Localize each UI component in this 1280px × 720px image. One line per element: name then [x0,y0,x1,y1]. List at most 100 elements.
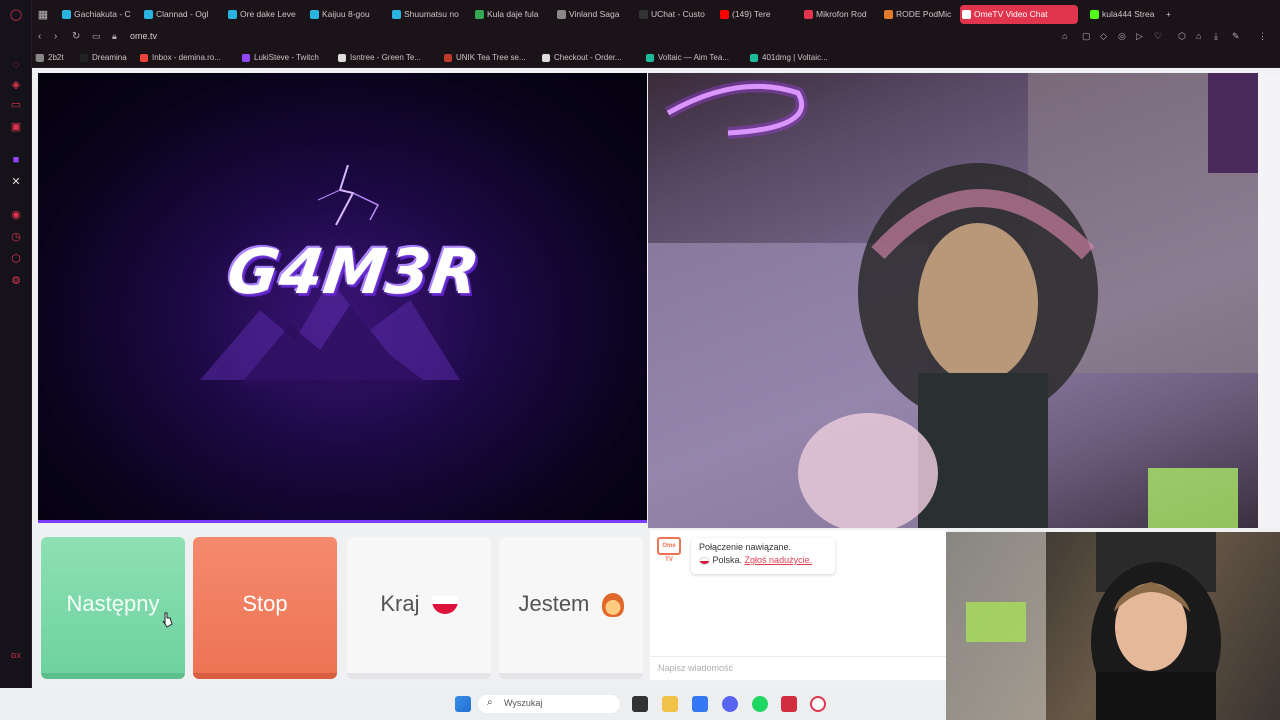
back-icon[interactable]: ‹ [38,31,41,42]
opera-gx-icon[interactable] [810,696,826,712]
camera-icon[interactable]: ◎ [1118,31,1126,42]
workspaces-icon[interactable]: ▦ [36,8,50,22]
twitch-icon[interactable]: ■ [9,153,23,167]
tab-label: UChat - Custo [651,9,705,19]
bookmark-item[interactable]: Inbox - demina.ro... [140,53,221,62]
tab-label: (149) Tere [732,9,771,19]
windows-start-icon[interactable] [455,696,471,712]
search-placeholder: Wyszukaj [504,698,543,708]
bookmark-item[interactable]: UNIK Tea Tree se... [444,53,526,62]
bookmark-item[interactable]: Checkout - Order... [542,53,622,62]
country-button[interactable]: Kraj [347,537,491,679]
bookmark-item[interactable]: LukiSteve - Twitch [242,53,319,62]
history-icon[interactable]: ◷ [9,230,23,244]
tab-label: Kula daje fula [487,9,539,19]
mail-icon[interactable]: ▣ [9,120,23,134]
tab-6[interactable]: Vinland Saga [555,5,631,24]
bookmark-item[interactable]: Dreamina [80,53,127,62]
stop-button[interactable]: Stop [193,537,337,679]
url-field[interactable]: ome.tv [130,31,157,41]
tab-11[interactable]: OmeTV Video Chat [960,5,1078,24]
shield-icon[interactable]: ◇ [1100,31,1107,42]
messenger-icon[interactable]: ◌ [9,58,23,72]
play-icon[interactable]: ▷ [1136,31,1143,42]
heart-icon[interactable]: ♡ [1154,31,1162,42]
tab-label: RODE PodMic [896,9,952,19]
tab-favicon-icon [884,10,893,19]
bookmark-label: Voltaic — Aim Tea... [658,53,729,62]
file-explorer-icon[interactable] [662,696,678,712]
screenshot-icon[interactable]: ▢ [1082,31,1091,42]
tab-9[interactable]: Mikrofon Rod [802,5,876,24]
next-button[interactable]: Następny [41,537,185,679]
bookmark-item[interactable]: Voltaic — Aim Tea... [646,53,729,62]
task-view-icon[interactable] [632,696,648,712]
discord-icon[interactable] [722,696,738,712]
bookmark-favicon-icon [542,54,550,62]
extensions-icon[interactable]: ⬡ [9,252,23,266]
tab-7[interactable]: UChat - Custo [637,5,713,24]
chat-icon[interactable]: ▭ [9,98,23,112]
tab-label: Shuumatsu no [404,9,459,19]
opera-logo-icon[interactable]: ◯ [9,8,23,22]
report-link[interactable]: Zgłoś nadużycie. [745,555,813,565]
tab-label: Clannad - Ogl [156,9,209,19]
tab-label: Gachiakuta - C [74,9,131,19]
tab-favicon-icon [639,10,648,19]
forward-icon[interactable]: › [54,31,57,42]
tab-5[interactable]: Kula daje fula [473,5,549,24]
bookmark-item[interactable]: 2b2t [36,53,64,62]
tab-3[interactable]: Kaijuu 8-gou [308,5,384,24]
tab-8[interactable]: (149) Tere [718,5,796,24]
extension-icon[interactable]: ⬡ [1178,31,1186,42]
bookmark-item[interactable]: Isntree - Green Te... [338,53,421,62]
spotify-icon[interactable] [752,696,768,712]
taskbar-search[interactable]: ⌕ Wyszukaj [478,695,620,713]
aria-ai-icon[interactable]: ✎ [1232,31,1240,42]
gx-control-icon[interactable]: ◈ [9,78,23,92]
wallet-icon[interactable]: ⌂ [1196,31,1201,41]
tab-label: Ore dake Leve [240,9,296,19]
app-icon[interactable] [781,696,797,712]
tab-12[interactable]: kula444 Strea [1088,5,1168,24]
browser-sidebar: ◯ ◌ ◈ ▭ ▣ ■ ✕ ◉ ◷ ⬡ ⚙ GX [0,0,32,720]
new-tab-icon[interactable]: + [1164,5,1178,24]
lock-icon[interactable]: 🔒︎ [112,31,117,42]
snapshot-icon[interactable]: ▭ [92,31,101,42]
tab-favicon-icon [557,10,566,19]
next-label: Następny [66,591,160,616]
tab-0[interactable]: Gachiakuta - C [60,5,136,24]
tab-label: Vinland Saga [569,9,620,19]
menu-icon[interactable]: ⋮ [1258,31,1267,42]
bookmark-label: Isntree - Green Te... [350,53,421,62]
message-input[interactable]: Napisz wiadomość [650,656,946,680]
tab-favicon-icon [1090,10,1099,19]
gender-button[interactable]: Jestem [499,537,643,679]
download-icon[interactable]: ⤓ [1214,31,1218,42]
bookmark-label: 401dmg | Voltaic... [762,53,828,62]
search-icon: ⌕ [487,697,493,708]
player-icon[interactable]: ◉ [9,208,23,222]
x-icon[interactable]: ✕ [9,175,23,189]
bookmark-favicon-icon [140,54,148,62]
store-icon[interactable] [692,696,708,712]
country-line: Polska. Zgłoś nadużycie. [699,555,827,565]
tab-label: Kaijuu 8-gou [322,9,370,19]
tab-label: Mikrofon Rod [816,9,867,19]
settings-icon[interactable]: ⚙ [9,274,23,288]
reload-icon[interactable]: ↻ [72,31,80,42]
tab-10[interactable]: RODE PodMic [882,5,956,24]
tab-2[interactable]: Ore dake Leve [226,5,302,24]
bookmark-favicon-icon [36,54,44,62]
pin-icon[interactable]: ⌂ [1062,31,1067,41]
gamer-logo: G4M3R [222,235,485,308]
connected-text: Połączenie nawiązane. [699,542,792,552]
stranger-video [648,73,1258,528]
tab-favicon-icon [962,10,971,19]
bookmark-label: Dreamina [92,53,127,62]
tab-4[interactable]: Shuumatsu no [390,5,466,24]
tab-1[interactable]: Clannad - Ogl [142,5,220,24]
bookmark-favicon-icon [80,54,88,62]
ometv-logo-icon: Ome TV [657,537,681,563]
bookmark-item[interactable]: 401dmg | Voltaic... [750,53,828,62]
